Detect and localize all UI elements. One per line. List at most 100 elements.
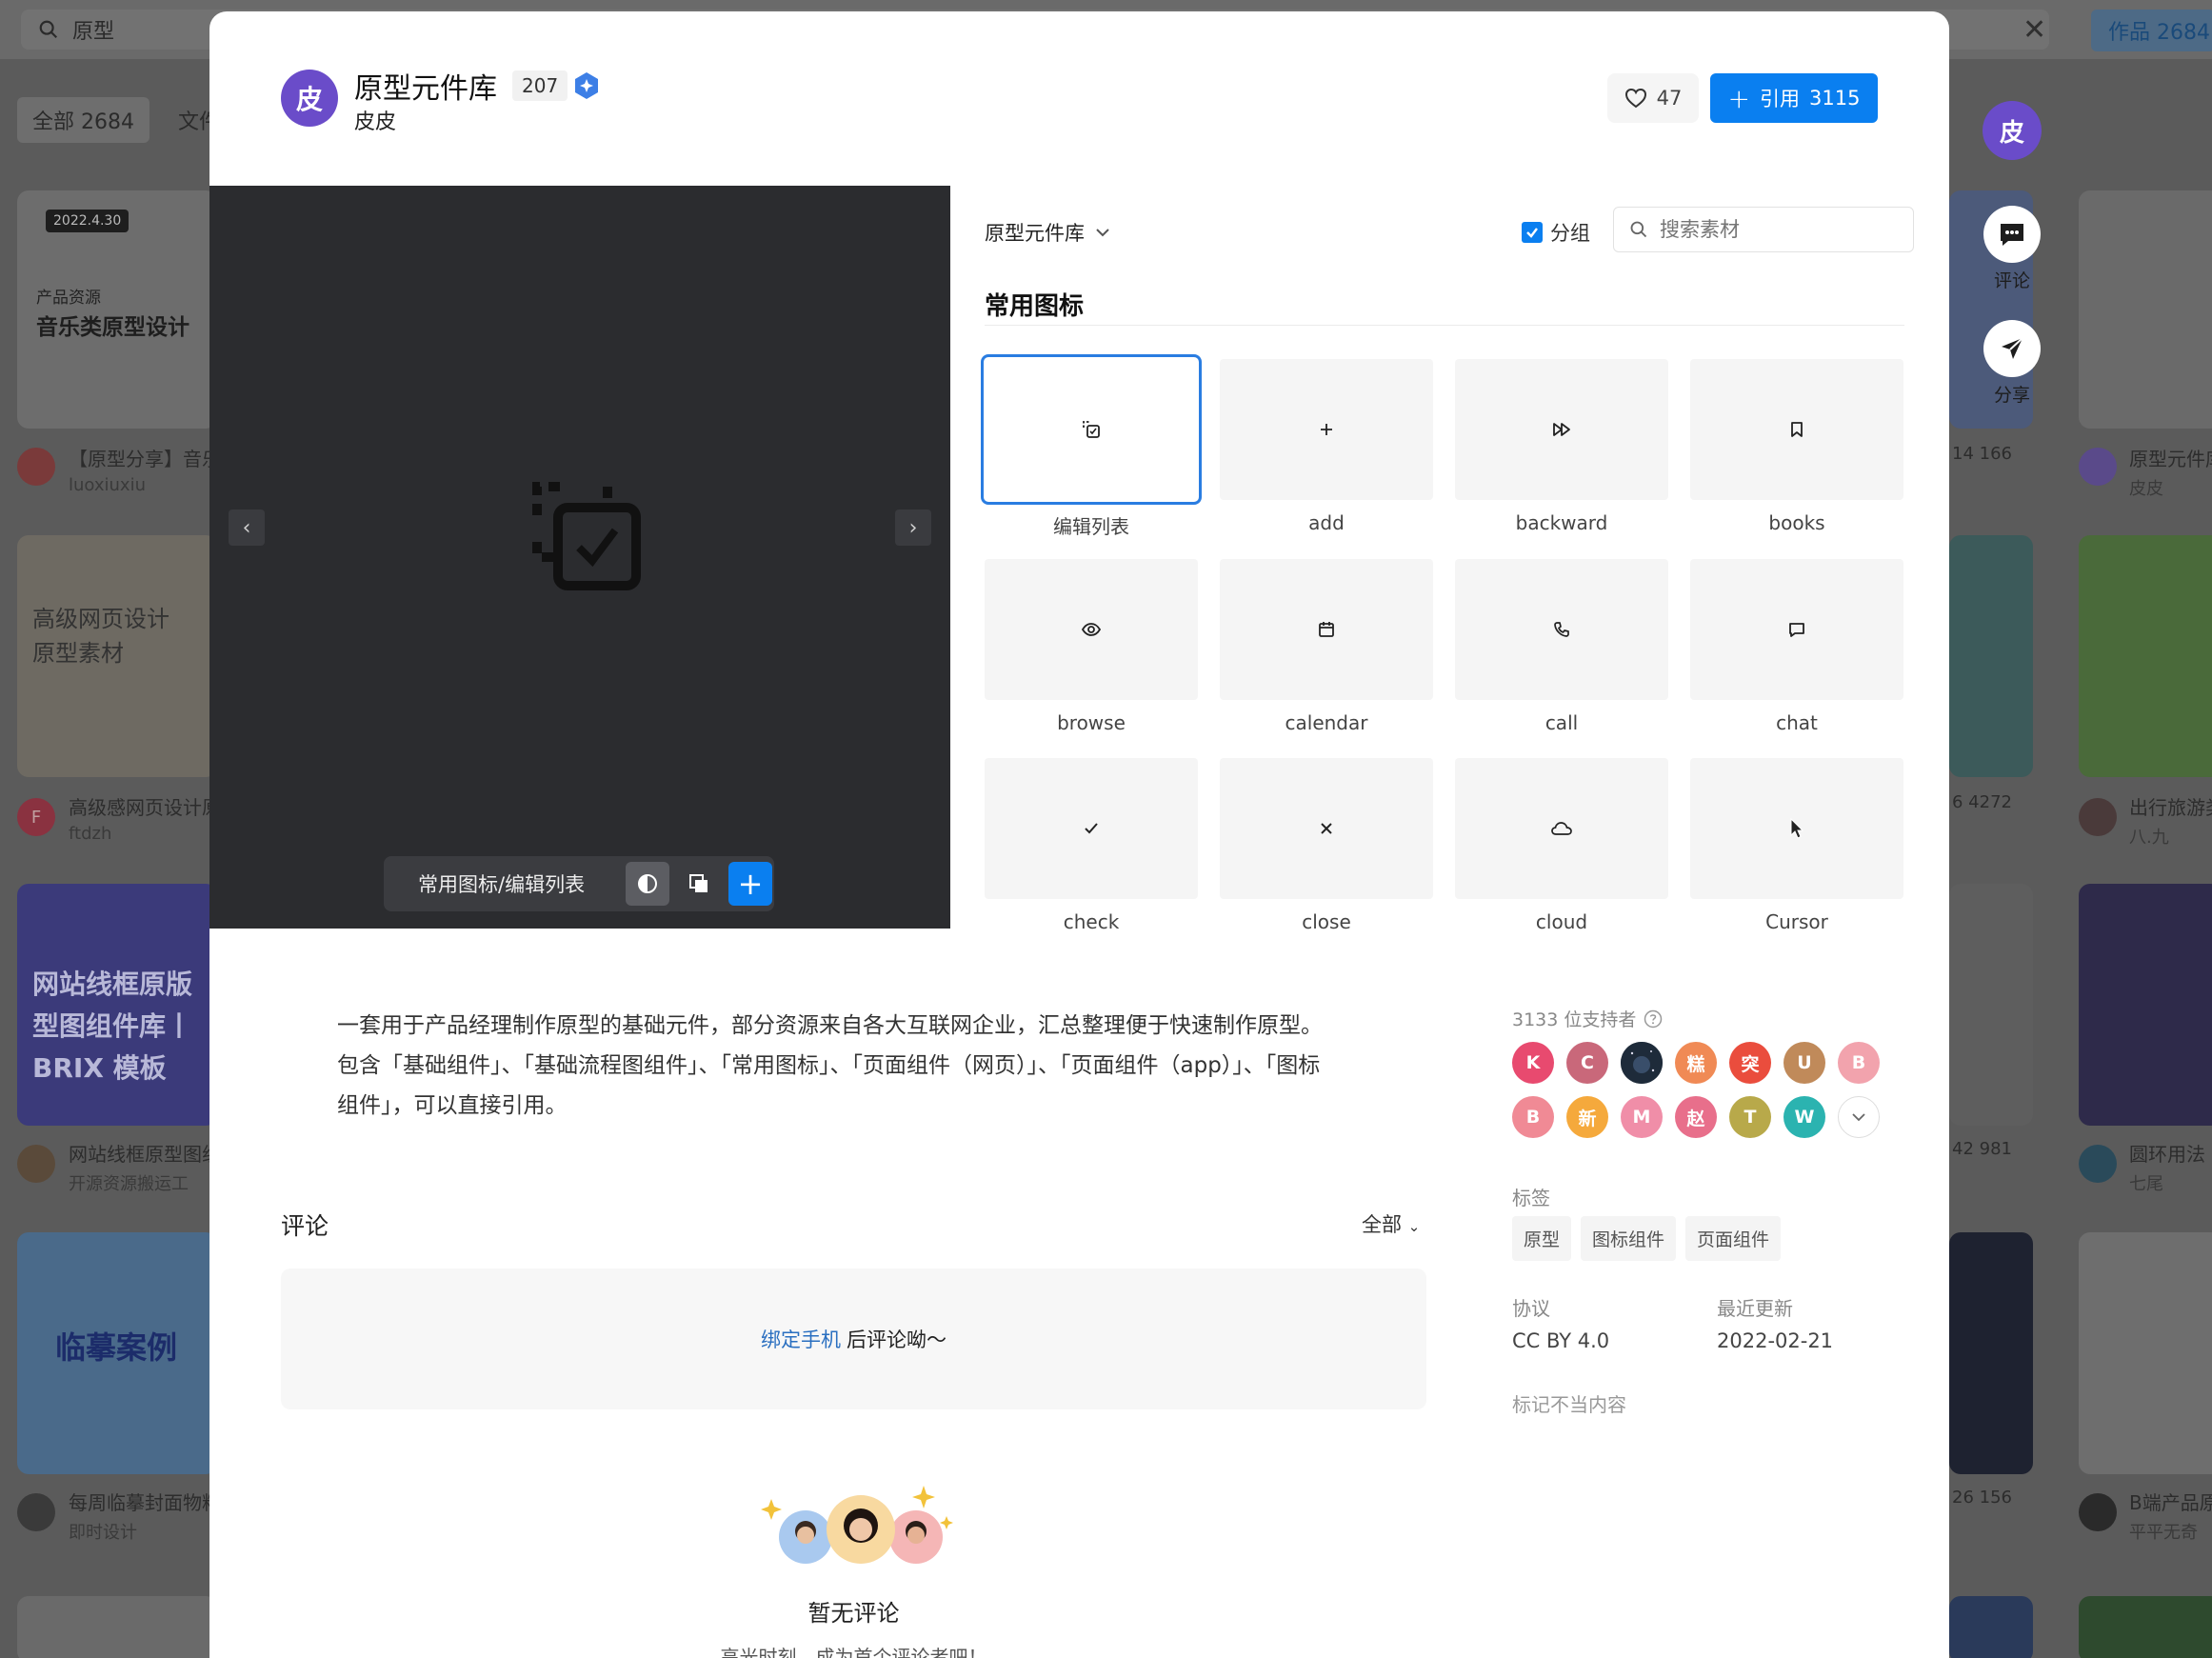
help-icon[interactable] (1644, 1009, 1663, 1029)
bg-card-stats: 14 166 (1952, 444, 2012, 464)
page-title: 原型元件库 (354, 72, 497, 106)
chevron-down-icon (1096, 229, 1109, 237)
asset-tile[interactable]: 编辑列表 (981, 354, 1202, 539)
bg-filter-all[interactable]: 全部 2684 (17, 97, 149, 143)
supporter-avatar[interactable]: K (1512, 1042, 1554, 1084)
supporter-avatar[interactable]: 突 (1729, 1042, 1771, 1084)
asset-tile[interactable]: cloud (1455, 758, 1668, 933)
empty-subtitle: 高光时刻，成为首个评论者吧！ (720, 1646, 987, 1658)
library-select[interactable]: 原型元件库 (985, 218, 1111, 247)
asset-thumb (985, 559, 1198, 700)
plus-icon: + (737, 866, 764, 902)
report-link[interactable]: 标记不当内容 (1512, 1389, 1626, 1417)
asset-label: books (1768, 511, 1825, 534)
bg-avatar (2079, 1493, 2117, 1531)
cite-count: 3115 (1809, 87, 1861, 110)
bg-card-meta: 网站线框原型图组 开源资源搬运工 (69, 1143, 221, 1194)
asset-tile[interactable]: Cursor (1690, 758, 1903, 933)
bg-works-tab[interactable]: 作品 2684 (2091, 10, 2212, 51)
supporter-avatar[interactable]: U (1784, 1042, 1825, 1084)
close-icon (1321, 823, 1332, 834)
asset-tile[interactable]: call (1455, 559, 1668, 734)
bg-card-meta: 出行旅游类八.九 (2129, 796, 2212, 848)
checkbox-checked-icon (1522, 222, 1543, 243)
asset-tile[interactable]: browse (985, 559, 1198, 734)
bg-card-stats: 26 156 (1952, 1488, 2012, 1508)
asset-tile[interactable]: backward (1455, 359, 1668, 534)
search-icon (1630, 221, 1647, 238)
contrast-toggle[interactable] (626, 862, 669, 906)
bg-card[interactable]: 临摹案例 (17, 1232, 217, 1474)
like-button[interactable]: 47 (1607, 73, 1699, 123)
bg-avatar (2079, 1145, 2117, 1183)
author-avatar[interactable]: 皮 (281, 70, 338, 127)
asset-search[interactable] (1613, 207, 1914, 252)
comments-sort-select[interactable]: 全部 ⌄ (1362, 1209, 1420, 1238)
supporter-avatar[interactable]: 新 (1566, 1096, 1608, 1138)
bg-avatar (2079, 448, 2117, 486)
asset-label: calendar (1285, 711, 1368, 734)
author-name[interactable]: 皮皮 (354, 105, 396, 135)
supporter-avatar[interactable] (1621, 1042, 1663, 1084)
check-icon (1085, 823, 1098, 834)
supporter-avatar[interactable]: T (1729, 1096, 1771, 1138)
asset-label: browse (1057, 711, 1126, 734)
supporter-avatar[interactable]: B (1512, 1096, 1554, 1138)
expand-supporters-button[interactable] (1838, 1096, 1880, 1138)
asset-search-input[interactable] (1658, 217, 1890, 242)
supporter-avatar[interactable]: C (1566, 1042, 1608, 1084)
author-avatar[interactable]: 皮 (1983, 101, 2042, 160)
asset-label: cloud (1535, 910, 1588, 933)
next-arrow-icon[interactable]: › (895, 509, 931, 546)
supporters-count: 3133 位支持者 (1512, 1006, 1663, 1031)
prev-arrow-icon[interactable]: ‹ (229, 509, 265, 546)
asset-thumb (1220, 359, 1433, 500)
library-select-value: 原型元件库 (985, 222, 1085, 245)
tag[interactable]: 原型 (1512, 1216, 1572, 1261)
share-button[interactable] (1983, 320, 2041, 377)
asset-tile[interactable]: add (1220, 359, 1433, 534)
bg-search-value: 原型 (72, 20, 115, 44)
close-icon[interactable]: ✕ (2023, 13, 2046, 47)
bg-card[interactable]: 网站线框原版 型图组件库丨 BRIX 模板 (17, 884, 217, 1126)
supporter-avatar[interactable]: 糕 (1675, 1042, 1717, 1084)
bg-filter-bar: 全部 2684 文件 (17, 97, 220, 143)
insert-button[interactable]: + (728, 862, 772, 906)
send-icon (2002, 337, 2023, 359)
bg-avatar (17, 448, 55, 486)
bg-card[interactable]: 2022.4.30 产品资源 音乐类原型设计 (17, 190, 217, 429)
bind-phone-text: 后评论呦～ (847, 1328, 947, 1351)
bg-avatar (17, 1493, 55, 1531)
asset-tile[interactable]: close (1220, 758, 1433, 933)
copy-button[interactable] (677, 862, 721, 906)
asset-label: Cursor (1765, 910, 1828, 933)
starry-avatar-icon (1621, 1042, 1663, 1084)
section-title: 常用图标 (985, 292, 1085, 321)
license-value[interactable]: CC BY 4.0 (1512, 1329, 1609, 1352)
asset-tile[interactable]: books (1690, 359, 1903, 534)
chevron-down-icon (1852, 1113, 1865, 1122)
asset-thumb (1455, 359, 1668, 500)
asset-tile[interactable]: calendar (1220, 559, 1433, 734)
group-label: 分组 (1550, 222, 1590, 245)
tag[interactable]: 页面组件 (1685, 1216, 1782, 1261)
asset-tile[interactable]: check (985, 758, 1198, 933)
asset-tile[interactable]: chat (1690, 559, 1903, 734)
bg-card-meta: 高级感网页设计原 ftdzh (69, 796, 221, 844)
group-checkbox[interactable]: 分组 (1522, 218, 1590, 247)
supporter-avatar[interactable]: M (1621, 1096, 1663, 1138)
asset-label: chat (1776, 711, 1818, 734)
bind-phone-link[interactable]: 绑定手机 (761, 1325, 841, 1353)
asset-thumb (1690, 359, 1903, 500)
cite-button[interactable]: + 引用 3115 (1710, 73, 1878, 123)
supporter-avatar[interactable]: W (1784, 1096, 1825, 1138)
comment-button[interactable] (1983, 206, 2041, 263)
bg-card (2079, 190, 2212, 429)
supporter-avatar[interactable]: 赵 (1675, 1096, 1717, 1138)
bg-card-meta: 圆环用法 七尾 (2129, 1143, 2205, 1194)
tag-list: 原型 图标组件 页面组件 (1512, 1216, 1782, 1261)
bg-card[interactable]: 高级网页设计 原型素材 (17, 535, 217, 777)
comment-icon (2001, 224, 2023, 246)
supporter-avatar[interactable]: B (1838, 1042, 1880, 1084)
tag[interactable]: 图标组件 (1581, 1216, 1677, 1261)
